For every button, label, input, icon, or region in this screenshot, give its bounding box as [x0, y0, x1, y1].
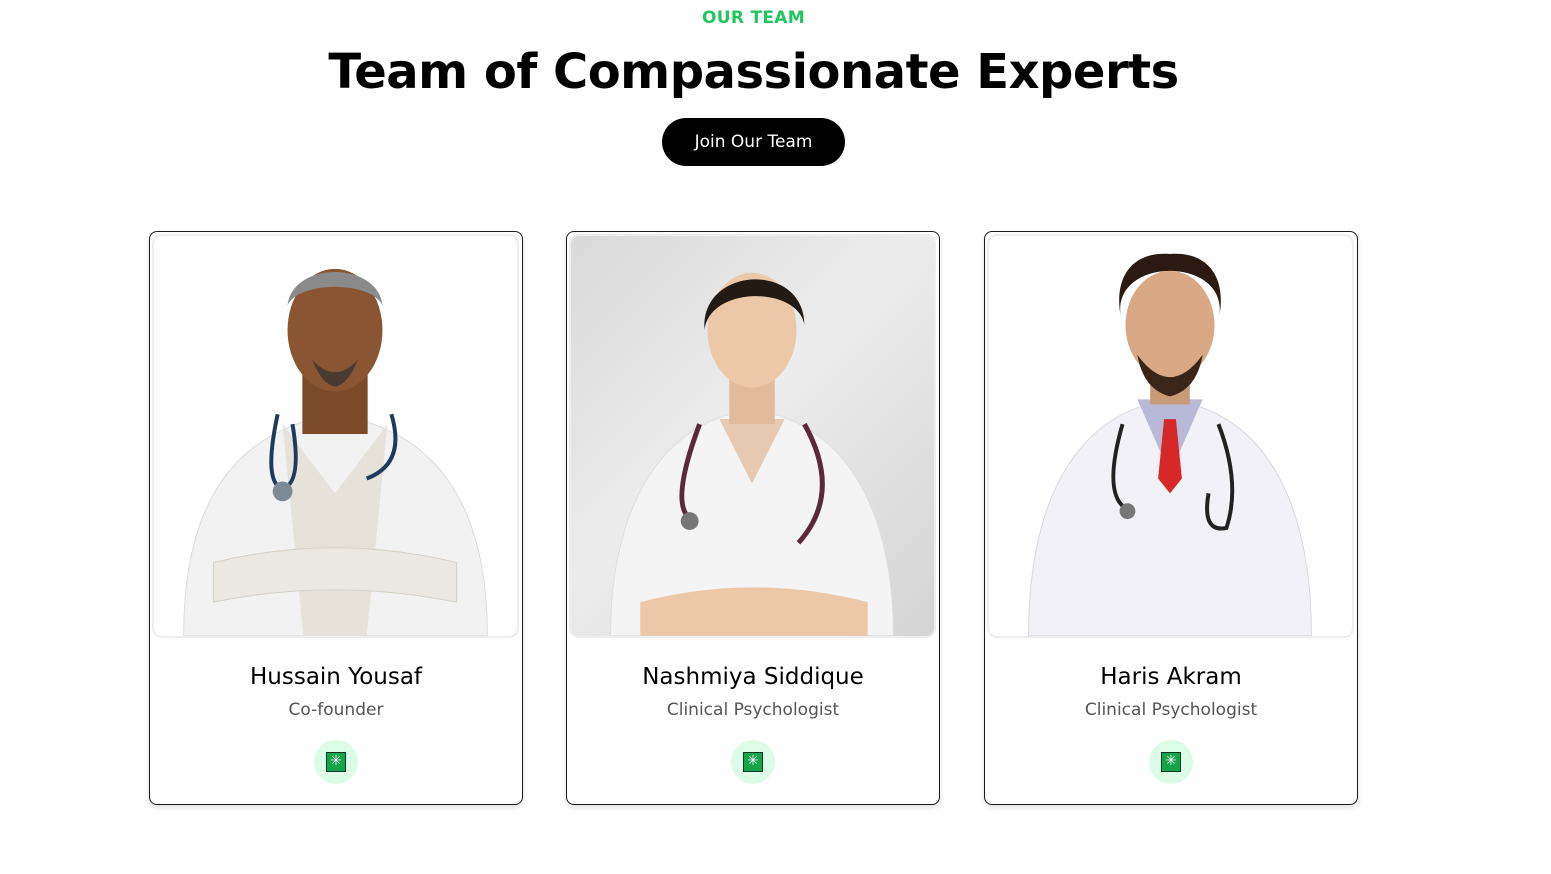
team-card: Haris Akram Clinical Psychologist ✳: [984, 231, 1358, 805]
social-link-button[interactable]: ✳: [1149, 740, 1193, 784]
team-member-name: Hussain Yousaf: [249, 664, 423, 690]
social-icon: ✳: [743, 752, 763, 772]
team-member-role: Co-founder: [288, 700, 384, 720]
doctor-portrait-image: [1028, 253, 1312, 636]
team-member-photo: [987, 234, 1354, 638]
social-link-button[interactable]: ✳: [731, 740, 775, 784]
doctor-portrait-image: [183, 268, 488, 636]
team-member-role: Clinical Psychologist: [1084, 700, 1258, 720]
section-heading: Team of Compassionate Experts: [328, 44, 1179, 100]
team-member-photo: [152, 234, 519, 638]
section-eyebrow: OUR TEAM: [702, 8, 805, 28]
team-card: Nashmiya Siddique Clinical Psychologist …: [566, 231, 940, 805]
social-link-button[interactable]: ✳: [314, 740, 358, 784]
team-section: OUR TEAM Team of Compassionate Experts J…: [0, 0, 1551, 874]
team-card: Hussain Yousaf Co-founder ✳: [149, 231, 523, 805]
team-member-name: Nashmiya Siddique: [642, 664, 864, 690]
team-member-role: Clinical Psychologist: [666, 700, 840, 720]
team-member-photo: [569, 234, 936, 638]
doctor-portrait-image: [610, 272, 894, 636]
social-icon: ✳: [326, 752, 346, 772]
join-team-button[interactable]: Join Our Team: [662, 118, 845, 166]
team-member-name: Haris Akram: [1100, 664, 1242, 690]
social-icon: ✳: [1161, 752, 1181, 772]
